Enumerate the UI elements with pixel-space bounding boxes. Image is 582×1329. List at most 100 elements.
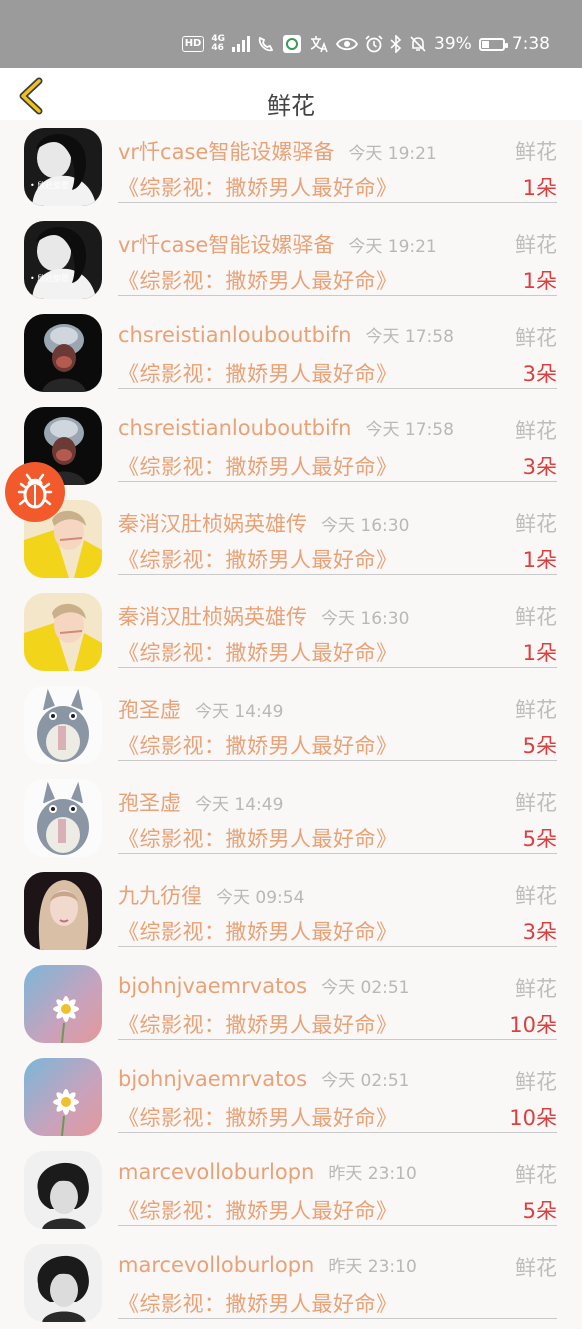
sender-name: vr忏case智能设嫘驿备 今天 19:21 [118, 233, 437, 257]
page-title: 鲜花 [267, 92, 315, 120]
row-divider [118, 1318, 557, 1319]
gift-record-row[interactable]: bjohnjvaemrvatos 今天 02:51 鲜花 《综影视：撒娇男人最好命》 1… [0, 1050, 582, 1143]
gift-type: 鲜花 [515, 1070, 557, 1094]
network-type: 4G 46 [211, 34, 226, 53]
gift-count: 1朵 [522, 176, 557, 200]
gift-count: 10朵 [509, 1013, 557, 1037]
gift-type: 鲜花 [515, 884, 557, 908]
gift-type: 鲜花 [515, 419, 557, 443]
row-divider [118, 574, 557, 575]
sender-name: 九九彷徨 今天 09:54 [118, 884, 305, 908]
gift-count: 5朵 [522, 734, 557, 758]
gift-count: 1朵 [522, 269, 557, 293]
gift-record-row[interactable]: chsreistianlouboutbifn 今天 17:58 鲜花《综影视：撒娇男… [0, 399, 582, 492]
signal-icon [232, 36, 251, 52]
book-title: 《综影视：撒娇男人最好命》 [118, 1199, 398, 1223]
user-avatar[interactable]: • 欣赴旋愿 [24, 221, 102, 299]
book-title: 《综影视：撒娇男人最好命》 [118, 455, 398, 479]
gift-type: 鲜花 [515, 1163, 557, 1187]
sender-name: vr忏case智能设嫘驿备 今天 19:21 [118, 140, 437, 164]
book-title: 《综影视：撒娇男人最好命》 [118, 1013, 398, 1037]
gift-type: 鲜花 [515, 977, 557, 1001]
gift-count: 1朵 [522, 548, 557, 572]
gift-record-row[interactable]: 秦消汉肚桢娲英雄传 今天 16:30 鲜花《综影视：撒娇男人最好命》 1朵 [0, 492, 582, 585]
gift-count: 3朵 [522, 455, 557, 479]
battery-icon [478, 37, 508, 51]
debug-floating-button[interactable] [5, 462, 65, 522]
user-avatar[interactable] [24, 1058, 102, 1136]
gift-record-row[interactable]: 九九彷徨 今天 09:54 鲜花《综影视：撒娇男人最好命》 3朵 [0, 864, 582, 957]
record-time: 今天 14:49 [195, 795, 284, 815]
gift-type: 鲜花 [515, 791, 557, 815]
sender-name: chsreistianlouboutbifn 今天 17:58 [118, 416, 454, 440]
gift-type: 鲜花 [515, 605, 557, 629]
gift-record-row[interactable]: 秦消汉肚桢娲英雄传 今天 16:30 鲜花 《综影视：撒娇男人最好命》 1朵 [0, 585, 582, 678]
gift-record-row[interactable]: marcevolloburlopn 昨天 23:10 鲜花 《综影视：撒娇男人最好命》 [0, 1236, 582, 1329]
sender-name: 秦消汉肚桢娲英雄传 今天 16:30 [118, 605, 410, 629]
gift-type: 鲜花 [515, 698, 557, 722]
app-bar: 鲜花 [0, 68, 582, 120]
row-divider [118, 202, 557, 203]
gift-record-row[interactable]: 孢圣虚 今天 14:49 鲜花 《综影视：撒娇男人最好命》 5朵 [0, 678, 582, 771]
gift-record-row[interactable]: bjohnjvaemrvatos 今天 02:51 鲜花《综影视：撒娇男人最好命》 1… [0, 957, 582, 1050]
user-avatar[interactable] [24, 965, 102, 1043]
record-time: 今天 16:30 [321, 609, 410, 629]
gift-record-row[interactable]: chsreistianlouboutbifn 今天 17:58 鲜花 《综影视：撒娇男… [0, 306, 582, 399]
gift-record-row[interactable]: marcevolloburlopn 昨天 23:10 鲜花《综影视：撒娇男人最好命》… [0, 1143, 582, 1236]
gift-record-list: • 欣赴旋愿 vr忏case智能设嫘驿备 今天 19:21 鲜花 《综影视：撒娇男人最好… [0, 120, 582, 1329]
battery-percent: 39% [434, 34, 472, 54]
bluetooth-icon [390, 35, 402, 53]
user-avatar[interactable] [24, 1151, 102, 1229]
bug-icon [17, 473, 53, 509]
user-avatar[interactable]: • 欣赴旋愿 [24, 128, 102, 206]
gift-record-row[interactable]: 孢圣虚 今天 14:49 鲜花 《综影视：撒娇男人最好命》 5朵 [0, 771, 582, 864]
alarm-icon [365, 35, 383, 53]
book-title: 《综影视：撒娇男人最好命》 [118, 1292, 398, 1316]
gift-count: 10朵 [509, 1106, 557, 1130]
user-avatar[interactable] [24, 779, 102, 857]
row-divider [118, 760, 557, 761]
clock: 7:38 [511, 34, 550, 54]
record-time: 今天 19:21 [348, 144, 437, 164]
record-time: 今天 17:58 [365, 327, 454, 347]
user-avatar[interactable] [24, 314, 102, 392]
book-title: 《综影视：撒娇男人最好命》 [118, 734, 398, 758]
gift-type: 鲜花 [515, 512, 557, 536]
gift-type: 鲜花 [515, 326, 557, 350]
row-divider [118, 853, 557, 854]
sender-name: chsreistianlouboutbifn 今天 17:58 [118, 323, 454, 347]
sender-name: marcevolloburlopn 昨天 23:10 [118, 1160, 417, 1184]
row-divider [118, 1132, 557, 1133]
sender-name: bjohnjvaemrvatos 今天 02:51 [118, 974, 410, 998]
record-time: 今天 09:54 [216, 888, 305, 908]
user-avatar[interactable] [24, 686, 102, 764]
gift-record-row[interactable]: • 欣赴旋愿 vr忏case智能设嫘驿备 今天 19:21 鲜花 《综影视：撒娇男人最好… [0, 120, 582, 213]
row-divider [118, 1225, 557, 1226]
sender-name: 孢圣虚 今天 14:49 [118, 791, 284, 815]
gift-type: 鲜花 [515, 1256, 557, 1280]
gift-count: 3朵 [522, 920, 557, 944]
book-title: 《综影视：撒娇男人最好命》 [118, 548, 398, 572]
eye-icon [336, 37, 359, 51]
record-time: 昨天 23:10 [328, 1257, 417, 1277]
user-avatar[interactable] [24, 872, 102, 950]
user-avatar[interactable] [24, 593, 102, 671]
book-title: 《综影视：撒娇男人最好命》 [118, 920, 398, 944]
translate-icon [310, 36, 328, 53]
gift-record-row[interactable]: • 欣赴旋愿 vr忏case智能设嫘驿备 今天 19:21 鲜花 《综影视：撒娇男人最好… [0, 213, 582, 306]
wifi-call-icon [258, 36, 274, 52]
mute-icon [410, 36, 426, 52]
row-divider [118, 295, 557, 296]
record-time: 今天 17:58 [365, 420, 454, 440]
book-title: 《综影视：撒娇男人最好命》 [118, 269, 398, 293]
svg-text:• 欣赴旋愿: • 欣赴旋愿 [30, 180, 69, 190]
book-title: 《综影视：撒娇男人最好命》 [118, 827, 398, 851]
book-title: 《综影视：撒娇男人最好命》 [118, 641, 398, 665]
gift-count: 5朵 [522, 1199, 557, 1223]
gift-type: 鲜花 [515, 140, 557, 164]
user-avatar[interactable] [24, 1244, 102, 1322]
record-time: 今天 14:49 [195, 702, 284, 722]
sender-name: 秦消汉肚桢娲英雄传 今天 16:30 [118, 512, 410, 536]
gift-count: 3朵 [522, 362, 557, 386]
app-icon [283, 35, 302, 53]
